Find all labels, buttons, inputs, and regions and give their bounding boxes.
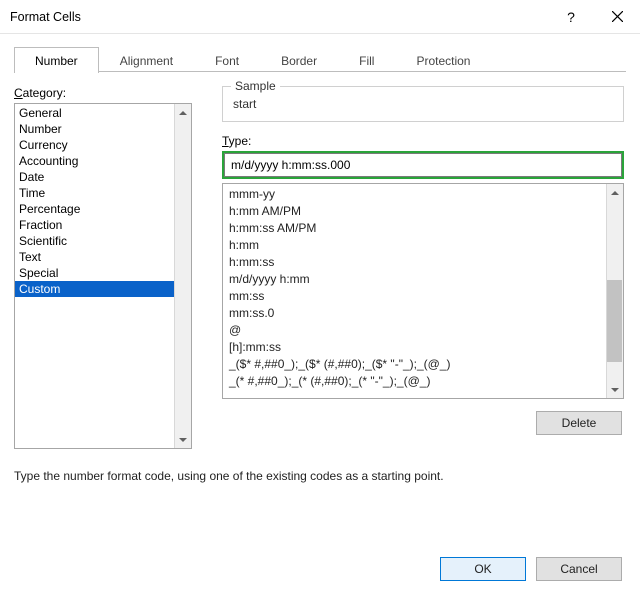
preset-item[interactable]: [h]:mm:ss [223,339,623,356]
close-icon [612,11,623,22]
preset-item[interactable]: _(* #,##0_);_(* (#,##0);_(* "-"_);_(@_) [223,373,623,390]
preset-item[interactable]: _($* #,##0_);_($* (#,##0);_($* "-"_);_(@… [223,356,623,373]
format-cells-dialog: Format Cells ? Number Alignment Font Bor… [0,0,640,595]
preset-item[interactable]: mmm-yy [223,186,623,203]
category-item[interactable]: Date [15,169,191,185]
tab-number[interactable]: Number [14,47,99,73]
chevron-down-icon [611,388,619,392]
category-item[interactable]: Time [15,185,191,201]
chevron-down-icon [179,438,187,442]
preset-item[interactable]: h:mm AM/PM [223,203,623,220]
category-item[interactable]: Text [15,249,191,265]
tab-content: Category: General Number Currency Accoun… [14,72,626,449]
preset-item[interactable]: mm:ss [223,288,623,305]
preset-items: mmm-yy h:mm AM/PM h:mm:ss AM/PM h:mm h:m… [223,184,623,392]
scroll-down-button[interactable] [606,381,623,398]
category-item-selected[interactable]: Custom [15,281,191,297]
details-column: Sample start Type: mmm-yy h:mm AM/PM h:m… [222,86,626,449]
category-label: Category: [14,86,192,100]
preset-item[interactable]: @ [223,322,623,339]
category-item[interactable]: Accounting [15,153,191,169]
scrollbar-track[interactable] [174,104,191,448]
delete-row: Delete [222,411,624,435]
tab-border[interactable]: Border [260,47,338,73]
category-item[interactable]: Scientific [15,233,191,249]
preset-item[interactable]: h:mm [223,237,623,254]
close-button[interactable] [594,0,640,34]
tab-alignment[interactable]: Alignment [99,47,194,73]
preset-item[interactable]: m/d/yyyy h:mm [223,271,623,288]
tab-strip: Number Alignment Font Border Fill Protec… [14,46,626,72]
type-input-highlight [222,151,624,179]
help-button[interactable]: ? [548,0,594,34]
scroll-up-button[interactable] [174,104,191,121]
category-item[interactable]: Percentage [15,201,191,217]
category-column: Category: General Number Currency Accoun… [14,86,192,449]
category-item[interactable]: Fraction [15,217,191,233]
preset-item[interactable]: h:mm:ss AM/PM [223,220,623,237]
sample-value: start [233,93,613,111]
scrollbar-thumb[interactable] [607,280,622,362]
ok-button[interactable]: OK [440,557,526,581]
tab-protection[interactable]: Protection [395,47,491,73]
delete-button[interactable]: Delete [536,411,622,435]
dialog-title: Format Cells [10,10,548,24]
category-listbox[interactable]: General Number Currency Accounting Date … [14,103,192,449]
tab-fill[interactable]: Fill [338,47,395,73]
category-item[interactable]: Special [15,265,191,281]
type-label: Type: [222,134,624,148]
format-presets-listbox[interactable]: mmm-yy h:mm AM/PM h:mm:ss AM/PM h:mm h:m… [222,183,624,399]
cancel-button[interactable]: Cancel [536,557,622,581]
category-item[interactable]: General [15,105,191,121]
sample-legend: Sample [231,79,280,93]
chevron-up-icon [179,111,187,115]
chevron-up-icon [611,191,619,195]
category-item[interactable]: Currency [15,137,191,153]
scroll-up-button[interactable] [606,184,623,201]
scroll-down-button[interactable] [174,431,191,448]
category-items: General Number Currency Accounting Date … [15,104,191,298]
type-input[interactable] [224,153,622,177]
preset-item[interactable]: mm:ss.0 [223,305,623,322]
preset-item[interactable]: h:mm:ss [223,254,623,271]
titlebar: Format Cells ? [0,0,640,34]
dialog-body: Number Alignment Font Border Fill Protec… [0,34,640,483]
help-text: Type the number format code, using one o… [14,469,626,483]
category-item[interactable]: Number [15,121,191,137]
tab-font[interactable]: Font [194,47,260,73]
dialog-footer: OK Cancel [0,543,640,595]
sample-group: Sample start [222,86,624,122]
